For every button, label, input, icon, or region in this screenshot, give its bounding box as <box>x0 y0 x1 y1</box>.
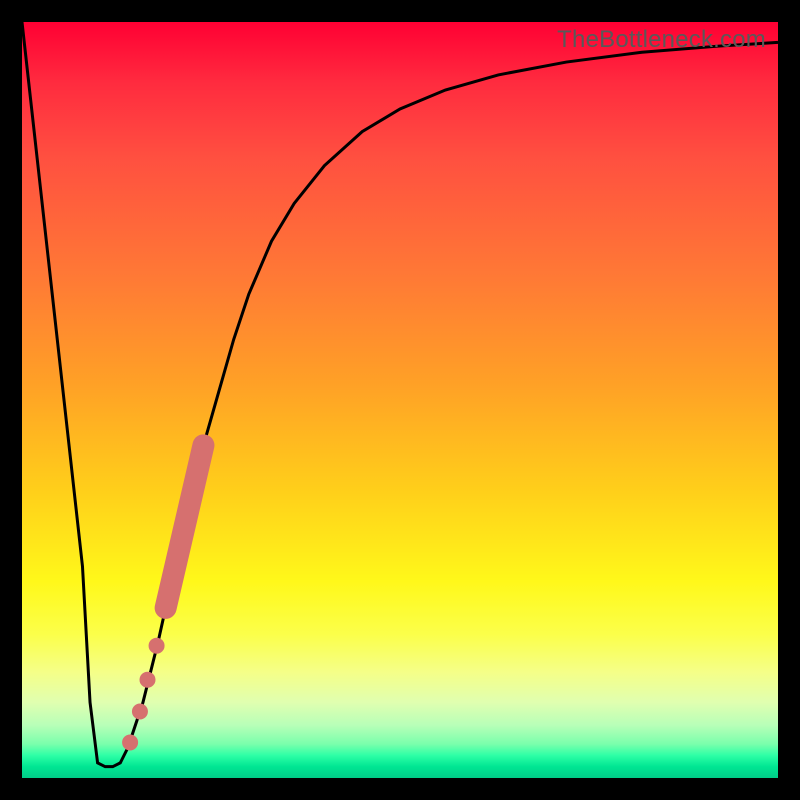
watermark-text: TheBottleneck.com <box>557 26 766 54</box>
chart-svg <box>22 22 778 778</box>
bottleneck-curve-path <box>22 22 778 767</box>
marker-dot <box>122 734 138 750</box>
marker-group <box>122 445 203 750</box>
marker-segment <box>166 445 204 608</box>
chart-frame: TheBottleneck.com <box>0 0 800 800</box>
marker-dot <box>139 672 155 688</box>
marker-dot <box>149 638 165 654</box>
marker-dot <box>132 703 148 719</box>
plot-area: TheBottleneck.com <box>22 22 778 778</box>
